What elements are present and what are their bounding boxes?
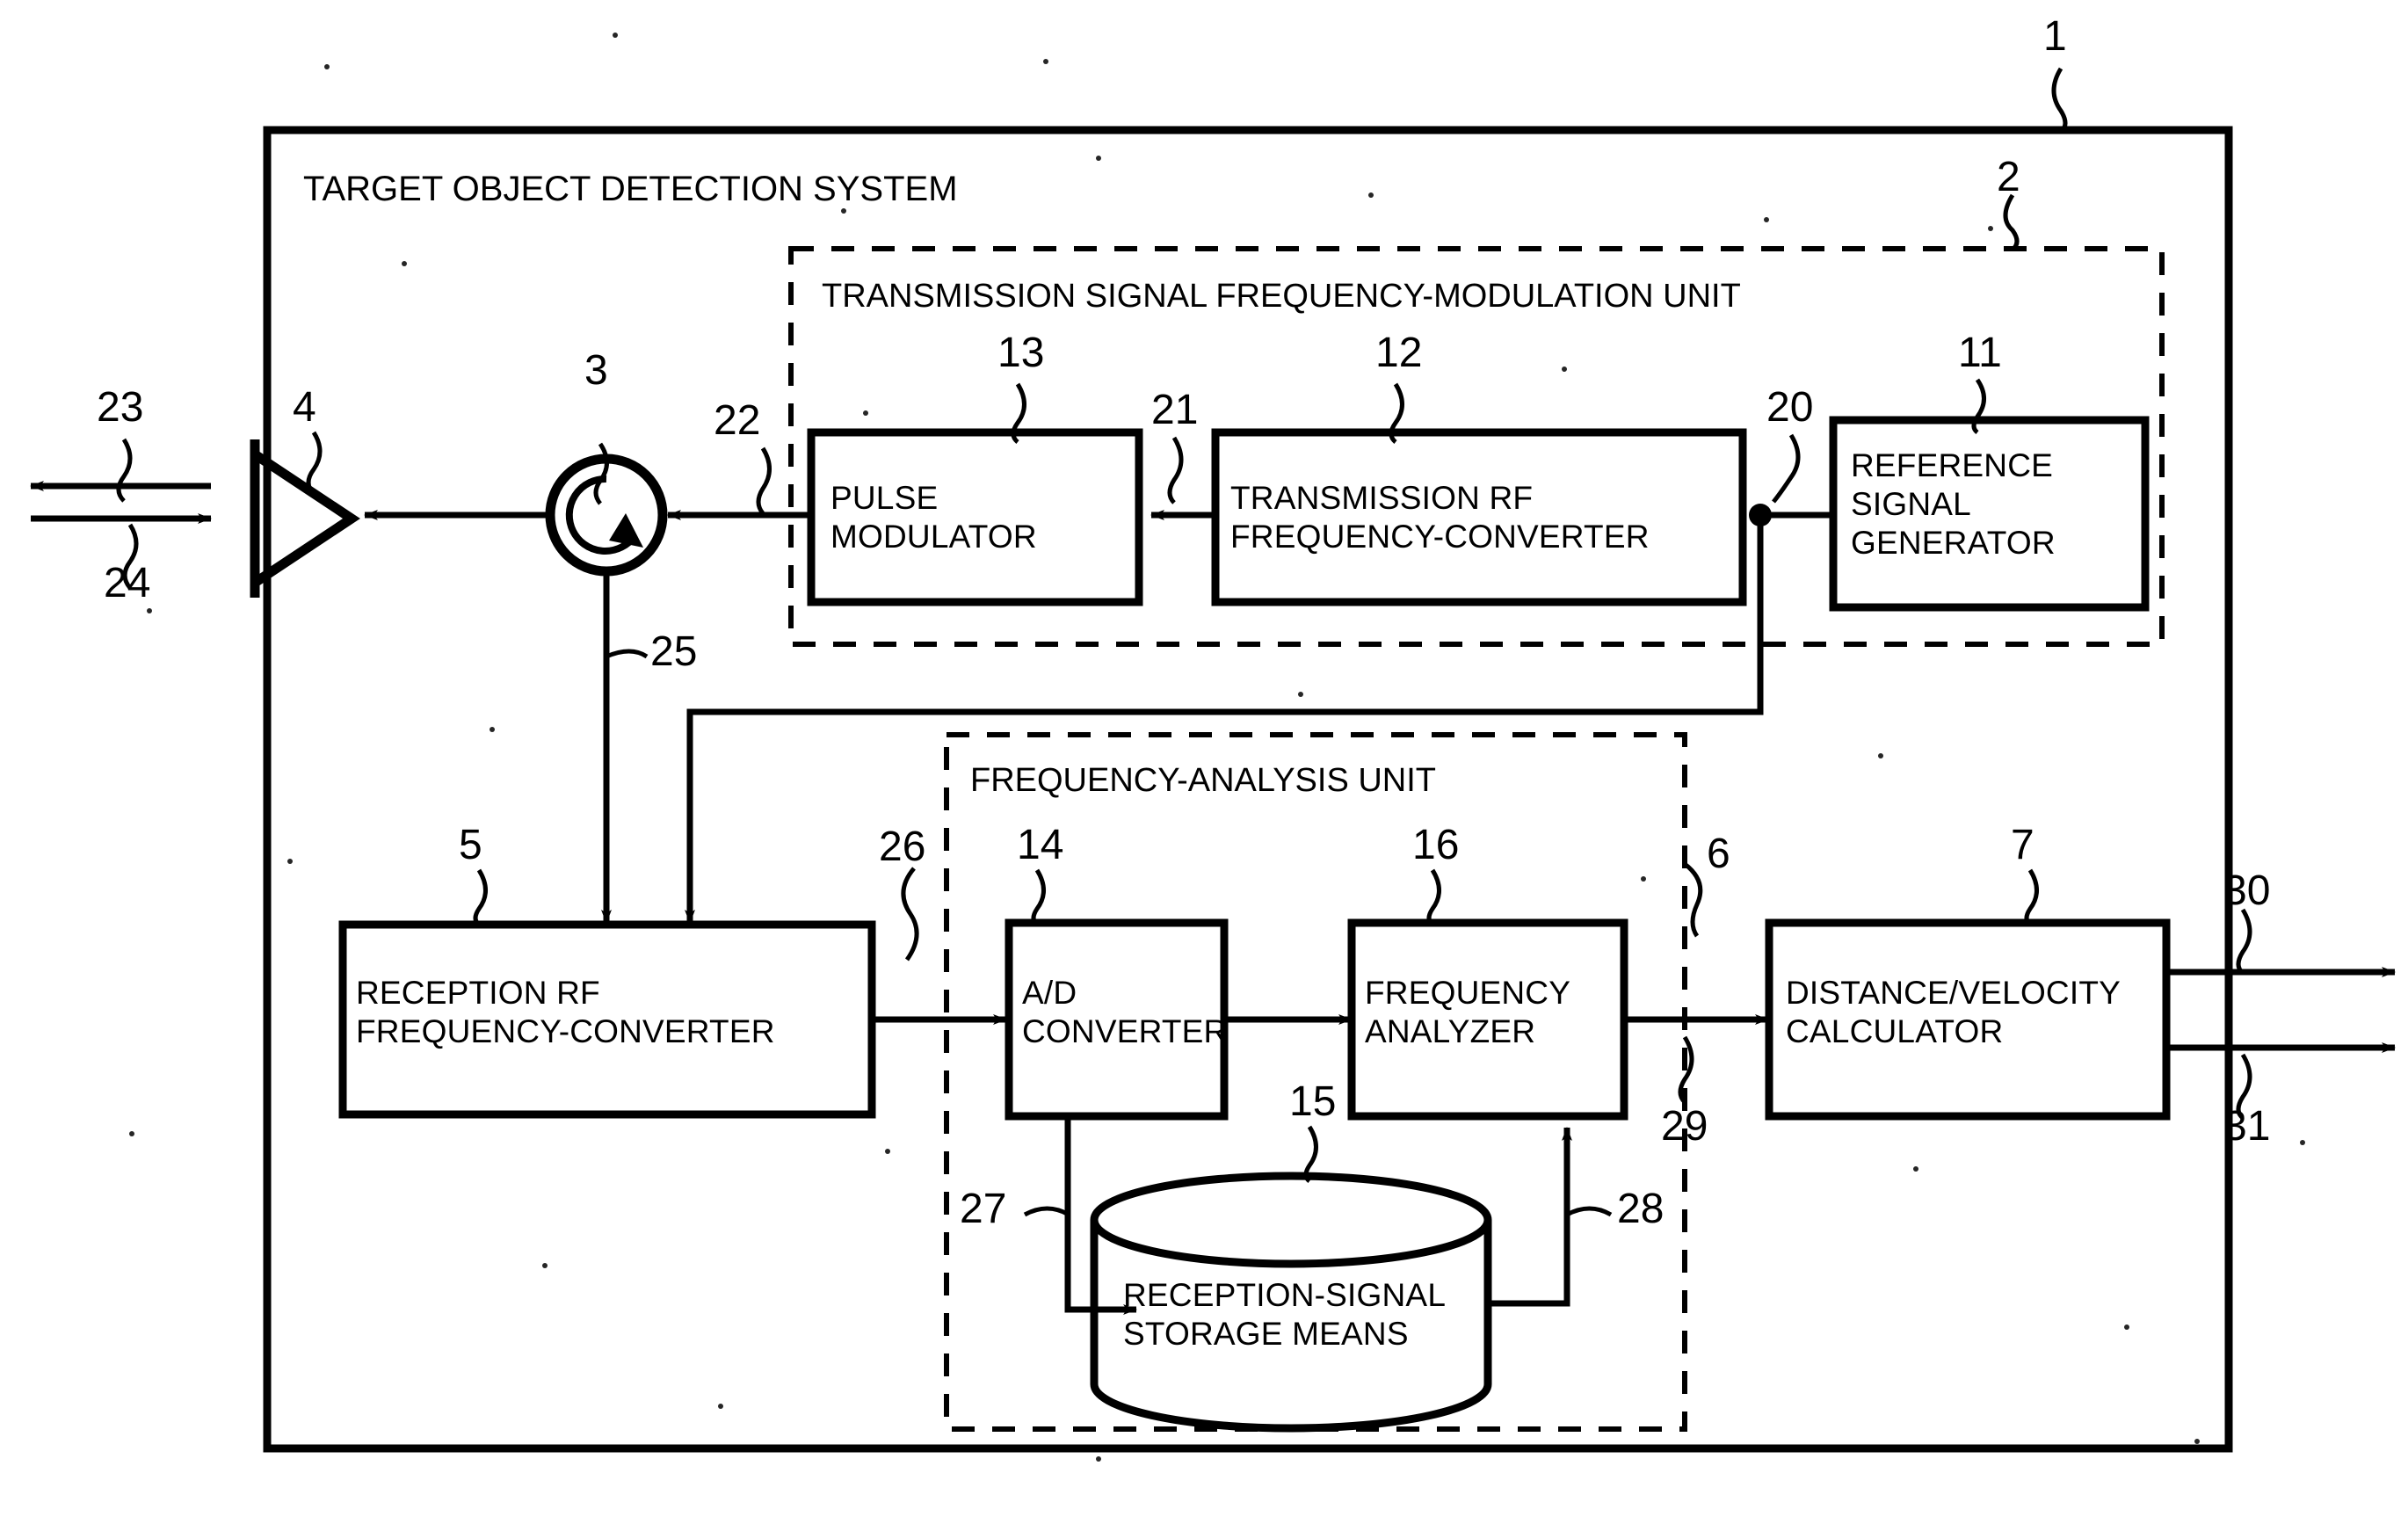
leader-28 (1565, 1206, 1613, 1217)
link-storage-to-analyzer (1488, 1127, 1572, 1307)
ref-13: 13 (997, 330, 1045, 376)
block-frequency-analyzer (1347, 918, 1628, 1121)
ref-24: 24 (104, 560, 151, 606)
leader-21 (1167, 436, 1184, 504)
ref-30: 30 (2223, 867, 2271, 914)
leader-30 (2236, 908, 2252, 975)
storage-bottom-arc (1090, 1383, 1492, 1433)
ref-21: 21 (1151, 387, 1199, 433)
block-transmission-rf (1211, 428, 1747, 606)
ref-2: 2 (1997, 154, 2020, 200)
leader-22 (756, 446, 772, 515)
circulator-rotation-arrowhead (609, 513, 643, 548)
ref-16: 16 (1412, 822, 1460, 868)
ref-23: 23 (97, 384, 144, 431)
figure-canvas: TARGET OBJECT DETECTION SYSTEM TRANSMISS… (0, 0, 2408, 1524)
link-reference-to-reception-rf (685, 515, 1764, 924)
system-title: TARGET OBJECT DETECTION SYSTEM (303, 170, 958, 208)
ref-12: 12 (1375, 330, 1423, 376)
leader-14 (1031, 868, 1046, 926)
ref-28: 28 (1617, 1186, 1665, 1232)
ref-20: 20 (1766, 384, 1814, 431)
ref-22: 22 (714, 397, 761, 444)
ref-14: 14 (1017, 822, 1064, 868)
leader-1 (2051, 67, 2068, 134)
transmission-unit-title: TRANSMISSION SIGNAL FREQUENCY-MODULATION… (822, 278, 1741, 315)
link-ad-to-storage (1064, 1116, 1137, 1315)
leader-3 (593, 442, 609, 505)
analysis-unit-title: FREQUENCY-ANALYSIS UNIT (970, 762, 1436, 799)
leader-25 (606, 649, 649, 659)
leader-20 (1772, 433, 1801, 504)
block-reference-generator (1829, 416, 2150, 612)
leader-26 (901, 867, 919, 962)
block-distance-velocity-calculator (1765, 918, 2171, 1121)
leader-16 (1426, 868, 1441, 926)
ref-1: 1 (2043, 13, 2067, 60)
leader-4 (306, 431, 323, 496)
ref-3: 3 (584, 347, 608, 394)
ref-25: 25 (650, 628, 698, 675)
block-reception-rf (338, 920, 876, 1119)
leader-7 (2024, 868, 2039, 926)
ref-15: 15 (1289, 1078, 1337, 1125)
block-ad-converter (1005, 918, 1229, 1121)
leader-11 (1971, 378, 1986, 434)
leader-23 (116, 438, 133, 503)
leader-27 (1023, 1206, 1070, 1217)
ref-5: 5 (459, 822, 482, 868)
ref-27: 27 (960, 1186, 1007, 1232)
ref-7: 7 (2011, 822, 2034, 868)
ref-29: 29 (1661, 1103, 1708, 1150)
ref-31: 31 (2223, 1103, 2271, 1150)
ref-11: 11 (1958, 330, 2002, 376)
ref-6: 6 (1707, 831, 1730, 877)
leader-2 (2003, 193, 2020, 251)
storage-top-ellipse (1090, 1172, 1492, 1268)
ref-4: 4 (293, 384, 316, 431)
leader-5 (473, 868, 488, 926)
block-pulse-modulator (807, 428, 1143, 606)
ref-26: 26 (879, 824, 926, 870)
